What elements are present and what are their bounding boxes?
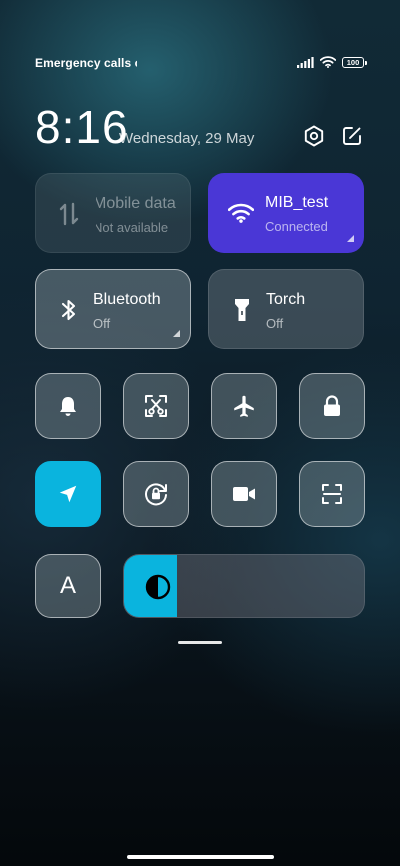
location-icon xyxy=(59,485,77,503)
airplane-mode-toggle[interactable] xyxy=(211,373,277,439)
bell-icon xyxy=(60,397,76,416)
mobile-data-status: Not available xyxy=(96,220,169,235)
bluetooth-icon xyxy=(56,297,82,323)
auto-brightness-toggle[interactable]: A xyxy=(35,554,101,618)
rotation-lock-icon xyxy=(145,483,167,506)
expand-corner-icon[interactable] xyxy=(347,235,354,242)
battery-level: 100 xyxy=(346,57,360,67)
scanner-icon xyxy=(322,484,342,504)
wifi-status-icon xyxy=(320,56,336,68)
bluetooth-status: Off xyxy=(93,316,111,331)
auto-brightness-label: A xyxy=(59,572,76,599)
brightness-slider[interactable] xyxy=(123,554,365,618)
scanner-toggle[interactable] xyxy=(299,461,365,527)
settings-icon[interactable] xyxy=(302,124,326,148)
torch-tile[interactable]: Torch Off xyxy=(208,269,364,349)
mobile-data-tile[interactable]: Mobile data Not available xyxy=(35,173,191,253)
wifi-tile[interactable]: MIB_test Connected xyxy=(208,173,364,253)
mobile-data-title: Mobile data xyxy=(96,195,176,212)
bluetooth-tile[interactable]: Bluetooth Off xyxy=(35,269,191,349)
expand-corner-icon[interactable] xyxy=(173,330,180,337)
lock-screen-toggle[interactable] xyxy=(299,373,365,439)
date: Wednesday, 29 May xyxy=(119,130,255,147)
mute-toggle[interactable] xyxy=(35,373,101,439)
torch-title: Torch xyxy=(266,291,306,308)
location-toggle[interactable] xyxy=(35,461,101,527)
airplane-icon xyxy=(234,395,254,417)
screen-recorder-toggle[interactable] xyxy=(211,461,277,527)
video-camera-icon xyxy=(233,487,255,501)
status-bar: Emergency calls o 100 xyxy=(35,54,367,74)
lock-icon xyxy=(324,395,340,416)
wifi-status: Connected xyxy=(265,219,328,234)
carrier-text: Emergency calls o xyxy=(35,56,137,70)
home-indicator[interactable] xyxy=(127,855,274,859)
signal-icon xyxy=(297,56,314,68)
wifi-network-name: MIB_test xyxy=(265,194,329,211)
bluetooth-title: Bluetooth xyxy=(93,291,161,308)
brightness-icon xyxy=(145,574,171,600)
screenshot-icon xyxy=(145,395,167,417)
torch-icon xyxy=(229,297,255,323)
panel-drag-handle[interactable] xyxy=(178,641,222,644)
mobile-data-icon xyxy=(56,201,82,227)
battery-icon: 100 xyxy=(342,56,367,68)
rotation-lock-toggle[interactable] xyxy=(123,461,189,527)
status-icons: 100 xyxy=(297,56,367,68)
clock: 8:16 xyxy=(35,101,129,153)
edit-icon[interactable] xyxy=(340,124,364,148)
torch-status: Off xyxy=(266,316,284,331)
wifi-icon xyxy=(228,200,254,226)
screenshot-toggle[interactable] xyxy=(123,373,189,439)
